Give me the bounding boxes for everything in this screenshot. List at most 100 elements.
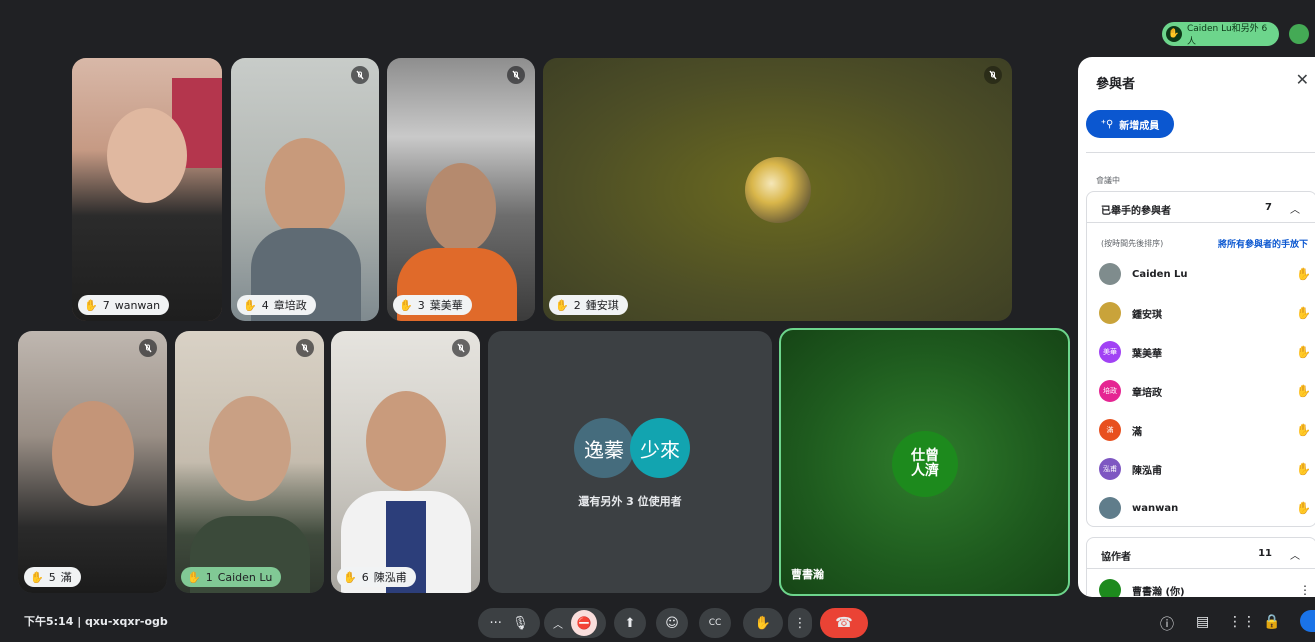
video-tile-wanwan[interactable]: ✋ 7 wanwan [72, 58, 222, 321]
lower-all-hands-button[interactable]: 將所有參與者的手放下 [1218, 237, 1308, 250]
raised-hand-icon[interactable]: ✋ [1296, 345, 1311, 359]
chevron-up-icon[interactable]: ︿ [1290, 547, 1300, 562]
more-horiz-icon: ··· [489, 615, 502, 631]
activities-icon[interactable]: ⋮⋮ [1228, 614, 1256, 630]
raised-hands-group: 已舉手的參與者 7 ︿ (按時間先後排序) 將所有參與者的手放下 Caiden … [1086, 191, 1315, 527]
others-tile[interactable]: 逸蓁 少來 還有另外 3 位使用者 [488, 331, 772, 593]
raise-hand-icon: ✋ [754, 615, 772, 631]
mic-off-icon [139, 339, 157, 357]
avatar: 泓甫 [1099, 458, 1121, 480]
raised-hand-icon[interactable]: ✋ [1296, 384, 1311, 398]
participant-row[interactable]: Caiden Lu ✋ [1099, 262, 1311, 286]
video-tile-chen[interactable]: ✋ 6 陳泓甫 [331, 331, 480, 593]
avatar [745, 157, 811, 223]
raised-hand-icon: ✋ [399, 298, 413, 312]
present-screen-button[interactable]: ⬆ [614, 608, 646, 638]
raised-hand-icon: ✋ [187, 570, 201, 584]
group-count: 7 [1265, 202, 1272, 213]
video-tile-ye[interactable]: ✋ 3 葉美華 [387, 58, 535, 321]
participants-panel: 參與者 ✕ ⁺⚲ 新增成員 會議中 已舉手的參與者 7 ︿ (按時間先後排序) … [1078, 57, 1315, 597]
chevron-up-icon[interactable]: ︿ [1290, 201, 1300, 216]
raised-hand-icon: ✋ [243, 298, 257, 312]
avatar: 美華 [1099, 341, 1121, 363]
raised-hands-pill[interactable]: ✋ Caiden Lu和另外 6 人 [1162, 22, 1279, 47]
group-title: 協作者 [1101, 552, 1131, 563]
panel-title: 參與者 [1096, 77, 1136, 92]
tile-name-badge: ✋ 7 wanwan [78, 295, 170, 315]
emoji-icon: ☺ [665, 615, 679, 631]
raised-hand-icon[interactable]: ✋ [1296, 423, 1311, 437]
avatar: 逸蓁 [574, 418, 634, 478]
avatar: 滿 [1099, 419, 1121, 441]
avatar [1099, 579, 1121, 597]
account-avatar[interactable] [1289, 24, 1309, 44]
more-vert-icon: ⋮ [793, 615, 807, 631]
account-avatar[interactable] [1300, 610, 1315, 632]
raised-hand-icon[interactable]: ✋ [1296, 462, 1311, 476]
raised-hand-icon: ✋ [1166, 26, 1182, 42]
captions-icon: CC [708, 618, 722, 628]
avatar: 培政 [1099, 380, 1121, 402]
collaborators-group: 協作者 11 ︿ 曹書瀚 (你) ⋮ [1086, 537, 1315, 597]
raised-hand-icon[interactable]: ✋ [1296, 501, 1311, 515]
chat-icon[interactable]: ▤ [1196, 614, 1209, 630]
mic-off-icon [507, 66, 525, 84]
bottom-bar: 下午5:14 | qxu-xqxr-ogb ··· 🎙 ︿ ⛔ ⬆ ☺ CC ✋… [0, 600, 1315, 642]
chevron-up-icon: ︿ [553, 619, 563, 631]
mic-off-icon [984, 66, 1002, 84]
video-tile-caiden[interactable]: ✋ 1 Caiden Lu [175, 331, 324, 593]
tile-name-badge: ✋ 2 鍾安琪 [549, 295, 628, 315]
more-vert-icon[interactable]: ⋮ [1299, 583, 1311, 597]
camera-options-button[interactable]: ︿ ⛔ [544, 608, 606, 638]
avatar [1099, 497, 1121, 519]
leave-call-button[interactable]: ☎ [820, 608, 868, 638]
sort-note: (按時間先後排序) [1101, 239, 1164, 248]
raised-hand-icon: ✋ [343, 570, 357, 584]
participant-row[interactable]: 滿滿 ✋ [1099, 418, 1311, 442]
participant-row[interactable]: 曹書瀚 (你) ⋮ [1099, 578, 1311, 597]
video-tile-zhong[interactable]: ✋ 2 鍾安琪 [543, 58, 1012, 321]
group-count: 11 [1258, 548, 1272, 559]
add-person-icon: ⁺⚲ [1100, 118, 1114, 130]
participant-row[interactable]: 鍾安琪 ✋ [1099, 301, 1311, 325]
tile-name-badge: 曹書瀚 [791, 568, 824, 581]
participant-row[interactable]: wanwan ✋ [1099, 496, 1311, 520]
tile-name-badge: ✋ 3 葉美華 [393, 295, 472, 315]
captions-button[interactable]: CC [699, 608, 731, 638]
video-tile-zhang[interactable]: ✋ 4 章培政 [231, 58, 379, 321]
more-audio-options-button[interactable]: ··· 🎙 [478, 608, 540, 638]
video-tile-man[interactable]: ✋ 5 滿 [18, 331, 167, 593]
present-icon: ⬆ [624, 615, 636, 631]
raised-hand-icon[interactable]: ✋ [1296, 306, 1311, 320]
section-label: 會議中 [1096, 176, 1120, 185]
raised-hands-label: Caiden Lu和另外 6 人 [1186, 24, 1268, 47]
others-label: 還有另外 3 位使用者 [578, 495, 682, 508]
info-icon[interactable]: ⓘ [1160, 614, 1174, 634]
group-title: 已舉手的參與者 [1101, 206, 1171, 217]
raise-hand-button[interactable]: ✋ [743, 608, 783, 638]
mic-off-icon [452, 339, 470, 357]
avatar: 仕曾人濟 [892, 431, 958, 497]
participant-row[interactable]: 培政 章培政 ✋ [1099, 379, 1311, 403]
participant-row[interactable]: 美華 葉美華 ✋ [1099, 340, 1311, 364]
host-controls-icon[interactable]: 🔒 [1263, 614, 1280, 630]
mic-icon: 🎙 [511, 615, 529, 631]
raised-hand-icon[interactable]: ✋ [1296, 267, 1311, 281]
raised-hand-icon: ✋ [555, 298, 569, 312]
video-tile-self[interactable]: 仕曾人濟 曹書瀚 [779, 328, 1070, 596]
participant-row[interactable]: 泓甫 陳泓甫 ✋ [1099, 457, 1311, 481]
raised-hand-icon: ✋ [84, 298, 98, 312]
avatar [1099, 302, 1121, 324]
meeting-time-code: 下午5:14 | qxu-xqxr-ogb [24, 615, 168, 628]
raised-hand-icon: ✋ [30, 570, 44, 584]
more-options-button[interactable]: ⋮ [788, 608, 812, 638]
end-call-icon: ☎ [835, 615, 853, 631]
tile-name-badge: ✋ 5 滿 [24, 567, 81, 587]
close-icon[interactable]: ✕ [1296, 70, 1309, 89]
add-member-button[interactable]: ⁺⚲ 新增成員 [1086, 110, 1174, 138]
reactions-button[interactable]: ☺ [656, 608, 688, 638]
mic-off-icon [351, 66, 369, 84]
mic-off-icon [296, 339, 314, 357]
avatar: 少來 [630, 418, 690, 478]
tile-name-badge: ✋ 1 Caiden Lu [181, 567, 282, 587]
